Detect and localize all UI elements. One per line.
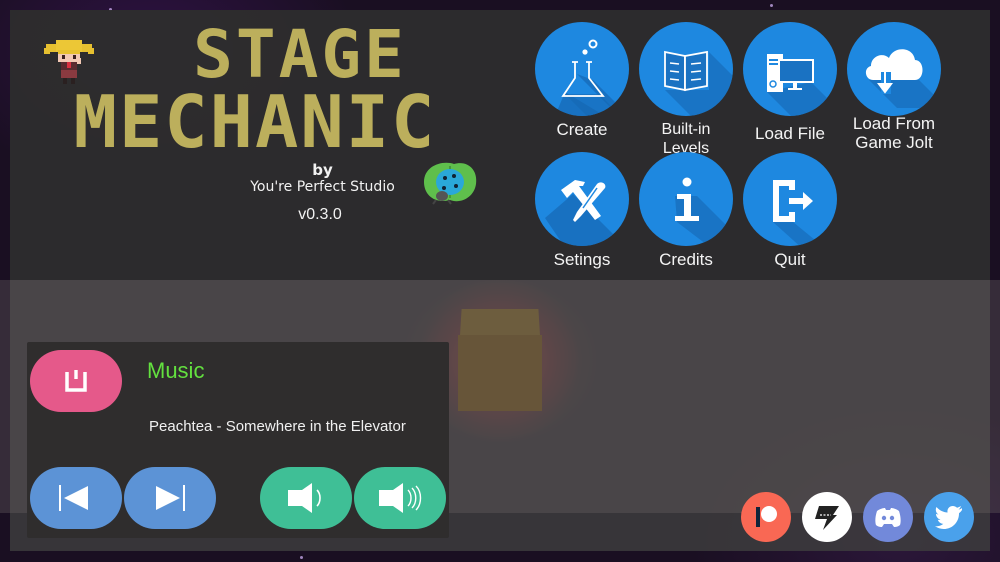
title-line-1: STAGE [193,16,407,93]
volume-down-button[interactable] [260,467,352,529]
twitter-icon [935,505,962,529]
load-from-gamejolt-button[interactable]: Load From Game Jolt [839,22,949,152]
game-title: STAGE MECHANIC [30,16,480,164]
discord-icon [875,508,901,527]
cloud-download-icon [865,49,941,108]
built-in-levels-button[interactable]: Built-in Levels [631,22,741,158]
volume-up-icon [379,483,422,513]
studio-name: You're Perfect Studio [250,179,395,195]
studio-credit: by You're Perfect Studio [240,162,405,196]
computer-icon [767,54,837,116]
create-label: Create [556,120,608,139]
flask-icon [555,39,629,116]
title-line-2: MECHANIC [73,80,437,164]
mascot-icon [44,38,94,86]
music-toggle-button[interactable] [30,350,122,412]
track-name: Peachtea - Somewhere in the Elevator [149,418,406,435]
background-star [300,556,303,559]
ladybug-icon [420,160,478,206]
version-label: v0.3.0 [298,206,342,223]
hammer-screwdriver-icon [545,180,625,246]
background-star [770,4,773,7]
load-from-gamejolt-label: Load From Game Jolt [852,114,936,152]
patreon-icon [756,506,777,527]
volume-up-button[interactable] [354,467,446,529]
load-file-label: Load File [755,124,825,143]
previous-track-icon [59,485,88,511]
gamejolt-button[interactable] [802,492,852,542]
gamejolt-icon [815,506,839,530]
settings-button[interactable]: Setings [527,152,637,269]
by-label: by [312,161,333,179]
settings-label: Setings [553,250,611,269]
credits-button[interactable]: Credits [631,152,741,269]
credits-label: Credits [659,250,713,269]
quit-button[interactable]: Quit [735,152,845,269]
scene-cube [458,309,542,411]
create-button[interactable]: Create [527,22,637,139]
patreon-button[interactable] [741,492,791,542]
next-track-button[interactable] [124,467,216,529]
next-track-icon [156,485,185,511]
exit-icon [773,180,823,246]
volume-down-icon [288,483,321,513]
music-label: Music [147,358,205,383]
previous-track-button[interactable] [30,467,122,529]
load-file-button[interactable]: Load File [735,22,845,143]
twitter-button[interactable] [924,492,974,542]
book-icon [664,50,733,116]
quit-label: Quit [774,250,806,269]
discord-button[interactable] [863,492,913,542]
info-icon [675,177,733,246]
power-toggle-icon [65,370,87,392]
